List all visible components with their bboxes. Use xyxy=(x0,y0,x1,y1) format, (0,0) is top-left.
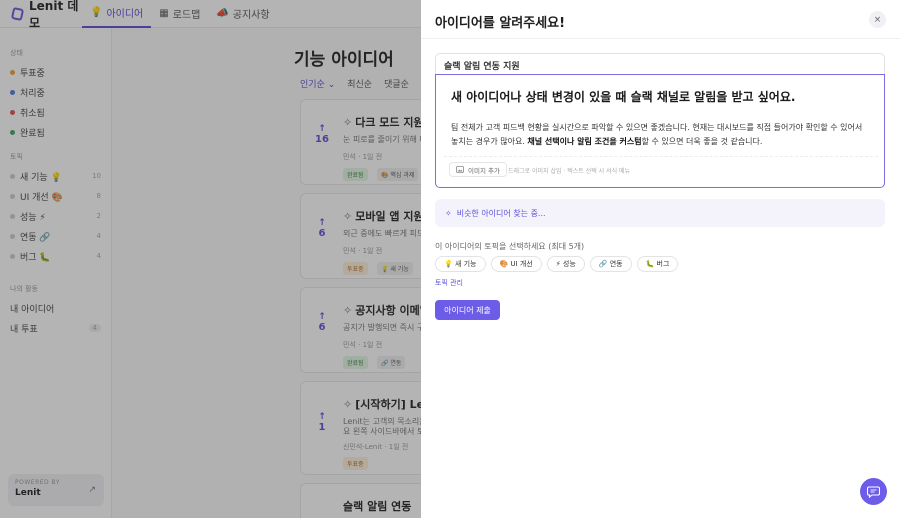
editor-hint: 드래그로 이미지 삽입 · 텍스트 선택 시 서식 메뉴 xyxy=(508,168,631,175)
text-cursor-icon: I xyxy=(709,95,712,105)
divider xyxy=(421,38,900,39)
similar-ideas-text: 비슷한 아이디어 찾는 중... xyxy=(456,208,546,218)
chat-bubble-icon xyxy=(867,485,880,498)
editor-body: 팀 전체가 고객 피드백 현황을 실시간으로 파악할 수 있으면 좋겠습니다. … xyxy=(451,121,871,149)
add-image-label: 이미지 추가 xyxy=(468,166,500,175)
close-icon: × xyxy=(873,14,882,25)
idea-body-editor[interactable]: 새 아이디어나 상태 변경이 있을 때 슬랙 채널로 알림을 받고 싶어요. I… xyxy=(435,74,885,188)
editor-heading: 새 아이디어나 상태 변경이 있을 때 슬랙 채널로 알림을 받고 싶어요. xyxy=(451,90,796,104)
idea-title-input[interactable]: 슬랙 알림 연동 지원 xyxy=(435,53,885,75)
editor-toolbar-divider xyxy=(444,156,878,157)
topic-chip-performance[interactable]: ⚡ 성능 xyxy=(546,256,585,272)
topic-select-label: 이 아이디어의 토픽을 선택하세요 (최대 5개) xyxy=(435,242,585,251)
topic-manage-link[interactable]: 토픽 관리 xyxy=(435,278,463,288)
topic-chip-integration[interactable]: 🔗 연동 xyxy=(589,256,632,272)
panel-title: 아이디어를 알려주세요! xyxy=(435,16,566,31)
topic-chip-ui[interactable]: 🎨 UI 개선 xyxy=(490,256,542,272)
similar-ideas-status: ✧ 비슷한 아이디어 찾는 중... xyxy=(435,199,885,227)
editor-body-text-end: 할 수 있으면 더욱 좋을 것 같습니다. xyxy=(641,137,763,146)
submit-idea-button[interactable]: 아이디어 제출 xyxy=(435,300,500,320)
sparkle-icon: ✧ xyxy=(445,208,452,218)
chat-button[interactable] xyxy=(860,478,887,505)
topic-chips: 💡 새 기능 🎨 UI 개선 ⚡ 성능 🔗 연동 🐛 버그 xyxy=(435,256,679,272)
topic-chip-new-feature[interactable]: 💡 새 기능 xyxy=(435,256,486,272)
new-idea-panel: 아이디어를 알려주세요! × 슬랙 알림 연동 지원 새 아이디어나 상태 변경… xyxy=(421,0,900,518)
editor-body-bold: 채널 선택이나 알림 조건을 커스텀 xyxy=(527,137,642,146)
topic-chip-bug[interactable]: 🐛 버그 xyxy=(636,256,679,272)
add-image-button[interactable]: 이미지 추가 xyxy=(449,162,507,177)
close-button[interactable]: × xyxy=(869,11,886,28)
image-icon xyxy=(456,166,464,173)
